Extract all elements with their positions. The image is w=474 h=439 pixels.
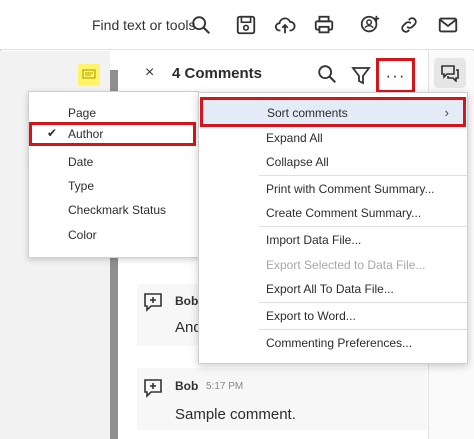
menu-divider	[259, 226, 467, 227]
top-toolbar: Find text or tools	[0, 0, 474, 50]
menu-item-sort-comments[interactable]: Sort comments ›	[200, 97, 466, 127]
menu-item-label: Collapse All	[266, 155, 329, 169]
checkmark-icon: ✔	[47, 126, 58, 140]
sort-option-label: Checkmark Status	[68, 203, 167, 217]
upload-cloud-icon[interactable]	[273, 13, 297, 37]
comment-author: Bob	[175, 294, 199, 308]
comment-options-menu: Sort comments › Expand All Collapse All …	[198, 92, 468, 364]
comment-avatar-icon	[143, 292, 163, 312]
search-icon[interactable]	[189, 13, 213, 37]
menu-item-label: Sort comments	[267, 106, 348, 120]
menu-item-print-summary[interactable]: Print with Comment Summary...	[199, 177, 467, 201]
sort-option-author[interactable]: ✔ Author	[29, 122, 196, 146]
share-user-icon[interactable]	[358, 13, 382, 37]
comment-time: 5:17 PM	[206, 381, 244, 392]
menu-item-export-word[interactable]: Export to Word...	[199, 304, 467, 328]
menu-divider	[259, 302, 467, 303]
menu-item-label: Commenting Preferences...	[266, 336, 413, 350]
comment-avatar-icon	[143, 378, 163, 398]
menu-item-label: Expand All	[266, 131, 323, 145]
menu-item-import-data[interactable]: Import Data File...	[199, 228, 467, 252]
menu-item-label: Print with Comment Summary...	[266, 182, 435, 196]
sort-option-date[interactable]: Date	[29, 150, 198, 174]
menu-item-preferences[interactable]: Commenting Preferences...	[199, 331, 467, 355]
sort-option-color[interactable]: Color	[29, 223, 198, 247]
print-icon[interactable]	[312, 13, 336, 37]
sort-option-type[interactable]: Type	[29, 174, 198, 198]
close-panel-button[interactable]: ×	[145, 64, 154, 82]
menu-item-label: Export All To Data File...	[266, 282, 394, 296]
menu-item-expand-all[interactable]: Expand All	[199, 126, 467, 150]
menu-item-create-summary[interactable]: Create Comment Summary...	[199, 201, 467, 225]
menu-item-label: Create Comment Summary...	[266, 206, 422, 220]
comment-text: Sample comment.	[175, 406, 296, 423]
sort-submenu: Page ✔ Author Date Type Checkmark Status…	[28, 91, 199, 258]
find-text-label[interactable]: Find text or tools	[92, 17, 196, 33]
menu-item-label: Import Data File...	[266, 233, 362, 247]
sort-option-label: Author	[68, 127, 104, 141]
mail-icon[interactable]	[436, 13, 460, 37]
panel-title: 4 Comments	[172, 65, 263, 82]
save-icon[interactable]	[234, 13, 258, 37]
sort-option-checkmark-status[interactable]: Checkmark Status	[29, 198, 198, 222]
chevron-right-icon: ›	[444, 105, 449, 120]
sort-option-label: Type	[68, 179, 95, 193]
menu-item-label: Export Selected to Data File...	[266, 258, 426, 272]
menu-divider	[259, 329, 467, 330]
comment-card[interactable]: Bob 5:17 PM Sample comment.	[137, 368, 427, 430]
sort-option-label: Date	[68, 155, 94, 169]
comment-tool-icon[interactable]	[434, 58, 466, 88]
menu-divider	[259, 175, 467, 176]
search-comments-icon[interactable]	[316, 63, 338, 85]
menu-item-export-all[interactable]: Export All To Data File...	[199, 277, 467, 301]
menu-item-collapse-all[interactable]: Collapse All	[199, 150, 467, 174]
more-options-button[interactable]: ···	[376, 58, 415, 93]
menu-item-label: Export to Word...	[266, 309, 356, 323]
menu-item-export-selected: Export Selected to Data File...	[199, 253, 467, 277]
filter-icon[interactable]	[351, 64, 371, 86]
comment-author: Bob	[175, 379, 199, 393]
sort-option-label: Page	[68, 106, 97, 120]
sort-option-label: Color	[68, 228, 97, 242]
link-icon[interactable]	[397, 13, 421, 37]
sticky-note-icon[interactable]	[78, 64, 100, 86]
